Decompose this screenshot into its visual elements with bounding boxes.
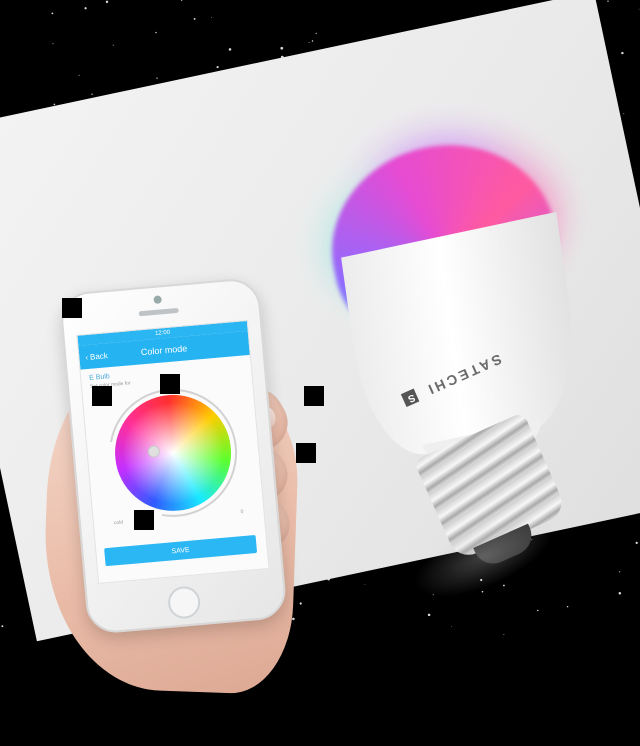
color-picker[interactable] [83, 363, 263, 543]
star-dot [91, 93, 93, 95]
star-dot [607, 0, 609, 2]
redaction-box-3 [160, 374, 180, 394]
redaction-box-2 [92, 386, 112, 406]
chevron-left-icon: ‹ [84, 352, 89, 362]
redaction-box-1 [62, 298, 82, 318]
header-title: Color mode [140, 343, 188, 358]
star-dot [566, 605, 569, 608]
star-dot [621, 51, 624, 55]
header-spacer [203, 343, 243, 346]
star-dot [503, 633, 505, 635]
star-dot [299, 602, 302, 605]
star-dot [623, 113, 625, 115]
front-camera [153, 295, 162, 304]
star-dot [52, 43, 54, 45]
star-dot [78, 74, 80, 76]
star-dot [635, 541, 638, 545]
star-dot [155, 31, 157, 34]
bulb-body [341, 211, 586, 467]
smart-bulb: SATECHI S [301, 112, 629, 570]
star-dot [228, 48, 232, 51]
star-dot [537, 609, 539, 612]
star-dot [51, 12, 54, 15]
save-button[interactable]: SAVE [104, 535, 258, 567]
home-button[interactable] [166, 585, 202, 620]
star-dot [180, 0, 183, 1]
redaction-box-4 [304, 386, 324, 406]
star-dot [292, 617, 295, 621]
star-dot [216, 66, 219, 69]
star-dot [84, 7, 87, 10]
back-button[interactable]: ‹ Back [84, 349, 126, 362]
scene: SATECHI S 12:00 ‹ Back Color mode E Bulb… [0, 0, 640, 696]
star-dot [156, 77, 158, 79]
star-dot [211, 17, 212, 18]
star-dot [638, 8, 640, 10]
redaction-box-5 [296, 443, 316, 463]
star-dot [1, 625, 4, 628]
star-dot [619, 571, 621, 573]
phone-screen: 12:00 ‹ Back Color mode E Bulb Set color… [76, 319, 270, 584]
star-dot [451, 626, 453, 627]
star-dot [280, 46, 284, 50]
photo-frame: SATECHI S 12:00 ‹ Back Color mode E Bulb… [0, 0, 640, 696]
back-label: Back [89, 350, 109, 362]
smartphone: 12:00 ‹ Back Color mode E Bulb Set color… [58, 276, 288, 635]
star-dot [364, 584, 366, 586]
star-dot [618, 591, 622, 595]
slider-label-left: cold [113, 519, 124, 527]
star-dot [112, 44, 114, 46]
slider-label-right: 0 [240, 508, 244, 516]
star-dot [105, 0, 109, 4]
star-dot [315, 32, 317, 34]
star-dot [193, 17, 196, 20]
redaction-box-6 [134, 510, 154, 530]
earpiece-speaker [138, 307, 179, 317]
star-dot [503, 584, 505, 587]
star-dot [308, 42, 310, 43]
star-dot [481, 590, 484, 593]
star-dot [311, 40, 314, 42]
status-time: 12:00 [154, 329, 171, 337]
